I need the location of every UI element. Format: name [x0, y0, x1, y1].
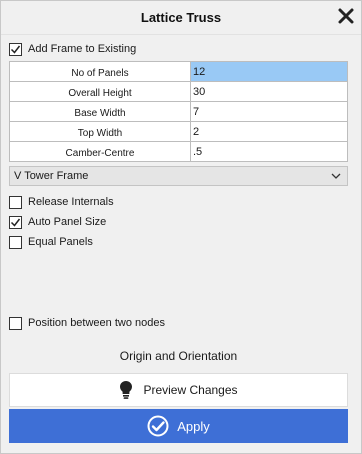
frame-type-value: V Tower Frame [14, 170, 89, 182]
origin-orientation-label: Origin and Orientation [119, 349, 238, 363]
equal-panels-checkbox[interactable] [9, 235, 22, 249]
add-frame-checkbox[interactable] [9, 42, 22, 56]
lattice-truss-panel: Lattice Truss Add Frame to Existing No o… [0, 0, 362, 454]
camber-centre-field[interactable]: .5 [191, 142, 348, 162]
add-frame-label: Add Frame to Existing [28, 43, 137, 55]
equal-panels-row[interactable]: Equal Panels [9, 234, 93, 250]
apply-label: Apply [177, 418, 210, 434]
close-icon[interactable] [337, 7, 355, 25]
release-internals-checkbox[interactable] [9, 195, 22, 209]
chevron-down-icon [331, 173, 341, 179]
param-row-height: Overall Height 30 [10, 82, 348, 102]
top-width-field[interactable]: 2 [191, 122, 348, 142]
checkmark-icon [10, 45, 21, 54]
preview-changes-label: Preview Changes [143, 383, 238, 397]
apply-button[interactable]: Apply [9, 409, 348, 443]
auto-panel-size-checkbox[interactable] [9, 215, 22, 229]
equal-panels-label: Equal Panels [28, 236, 93, 248]
param-label: Overall Height [10, 82, 191, 102]
position-between-nodes-row[interactable]: Position between two nodes [9, 315, 165, 331]
panels-count-field[interactable]: 12 [191, 62, 348, 82]
param-label: Top Width [10, 122, 191, 142]
param-label: Camber-Centre [10, 142, 191, 162]
panel-title: Lattice Truss [140, 10, 222, 25]
title-bar: Lattice Truss [1, 1, 361, 35]
add-frame-checkbox-row[interactable]: Add Frame to Existing [9, 41, 136, 57]
base-width-field[interactable]: 7 [191, 102, 348, 122]
param-row-base-width: Base Width 7 [10, 102, 348, 122]
position-between-nodes-label: Position between two nodes [28, 317, 165, 329]
param-label: Base Width [10, 102, 191, 122]
param-label: No of Panels [10, 62, 191, 82]
auto-panel-size-label: Auto Panel Size [28, 216, 107, 228]
release-internals-row[interactable]: Release Internals [9, 194, 114, 210]
overall-height-field[interactable]: 30 [191, 82, 348, 102]
parameter-grid: No of Panels 12 Overall Height 30 Base W… [9, 61, 348, 162]
param-row-camber: Camber-Centre .5 [10, 142, 348, 162]
auto-panel-size-row[interactable]: Auto Panel Size [9, 214, 106, 230]
param-row-top-width: Top Width 2 [10, 122, 348, 142]
frame-type-dropdown[interactable]: V Tower Frame [9, 166, 348, 186]
preview-changes-button[interactable]: Preview Changes [9, 373, 348, 407]
lightbulb-icon [120, 381, 133, 399]
checkmark-icon [10, 218, 21, 227]
origin-orientation-button[interactable]: Origin and Orientation [9, 345, 348, 367]
param-row-panels: No of Panels 12 [10, 62, 348, 82]
position-between-nodes-checkbox[interactable] [9, 316, 22, 330]
release-internals-label: Release Internals [28, 196, 114, 208]
check-circle-icon [147, 415, 169, 437]
